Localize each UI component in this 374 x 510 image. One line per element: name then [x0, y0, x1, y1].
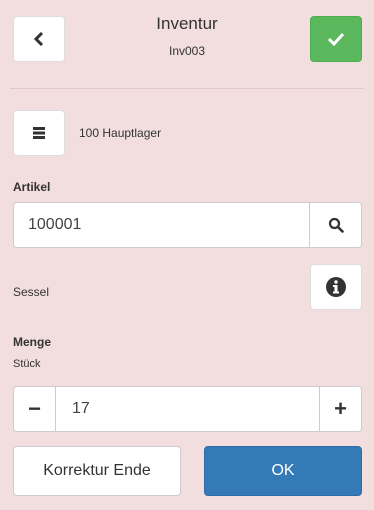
warehouse-label: 100 Hauptlager — [79, 126, 162, 140]
header-divider — [10, 88, 364, 89]
ok-button[interactable]: OK — [204, 446, 362, 496]
search-button[interactable] — [309, 203, 361, 247]
correction-end-button[interactable]: Korrektur Ende — [13, 446, 181, 496]
warehouse-menu-button[interactable] — [13, 110, 65, 156]
search-icon — [328, 217, 344, 233]
list-icon — [33, 127, 45, 139]
article-input[interactable] — [14, 203, 309, 247]
checkmark-icon — [327, 32, 345, 46]
decrement-button[interactable]: − — [14, 387, 56, 431]
quantity-input[interactable] — [56, 387, 319, 431]
info-icon — [326, 277, 346, 297]
article-name: Sessel — [13, 285, 50, 299]
confirm-button[interactable] — [310, 16, 362, 62]
article-input-group — [13, 202, 362, 248]
increment-button[interactable]: + — [319, 387, 361, 431]
quantity-label: Menge — [13, 335, 52, 349]
quantity-stepper: − + — [13, 386, 362, 432]
article-label: Artikel — [13, 180, 51, 194]
info-button[interactable] — [310, 264, 362, 310]
unit-label: Stück — [13, 358, 41, 370]
